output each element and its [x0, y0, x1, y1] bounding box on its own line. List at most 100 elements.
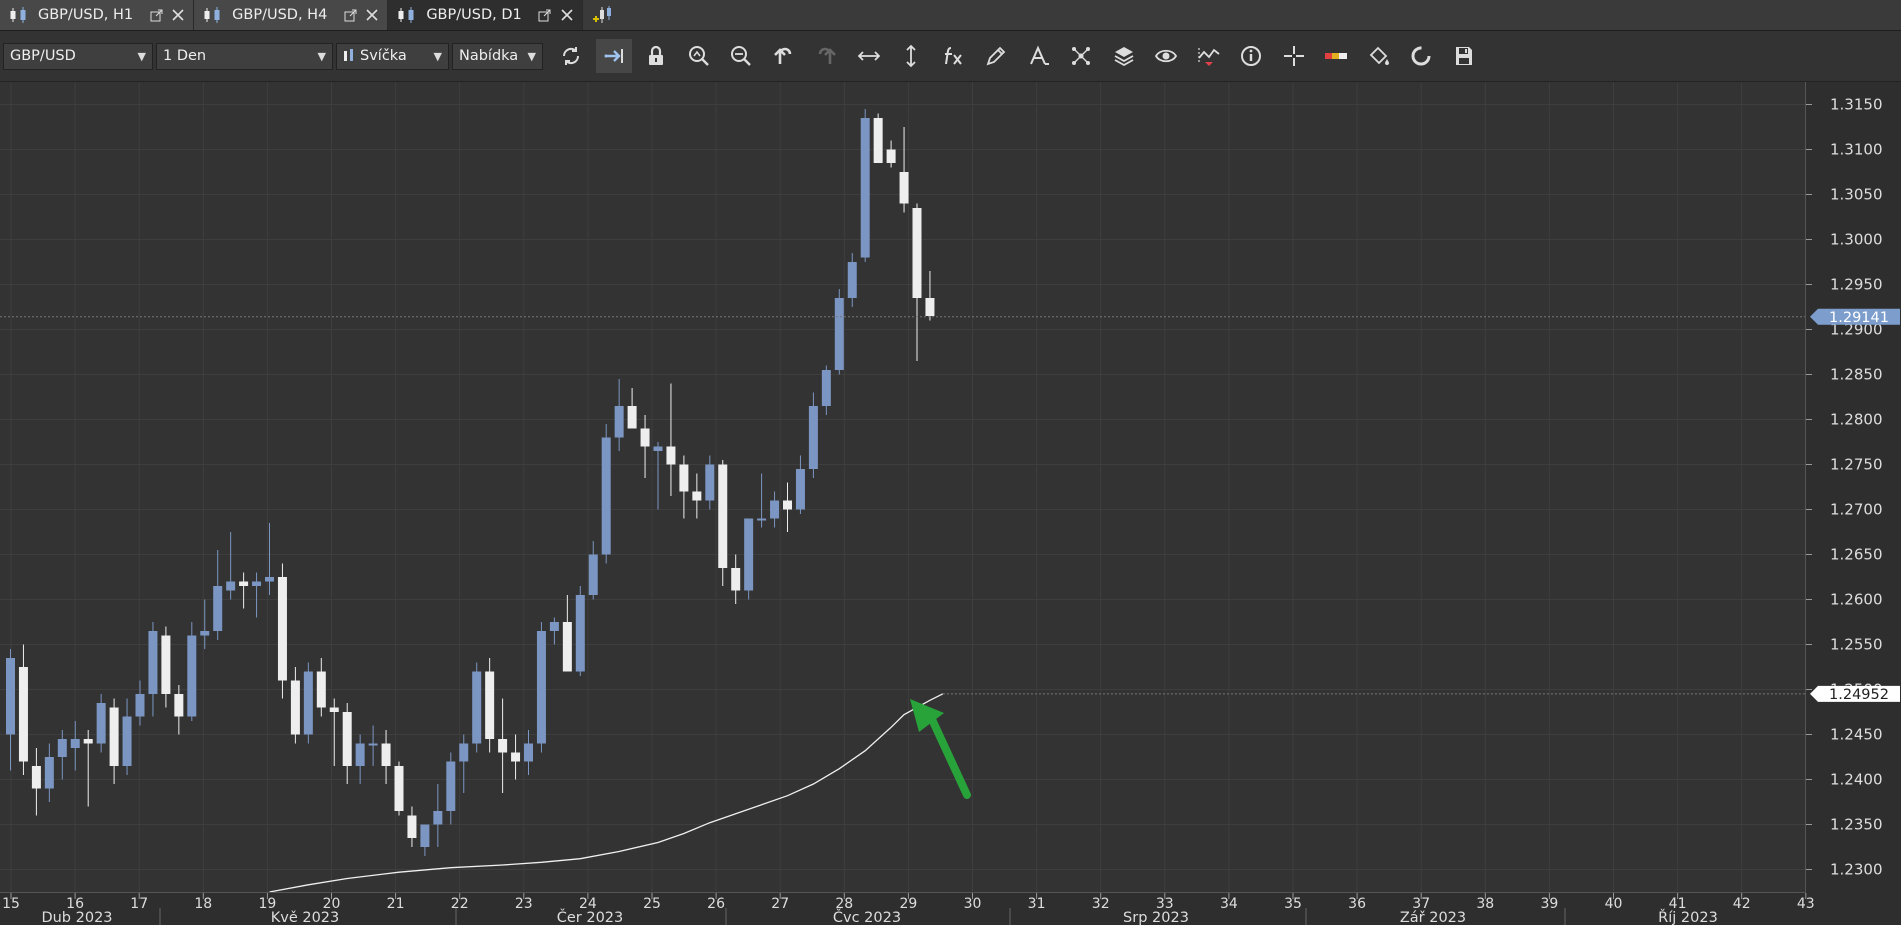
auto-scroll-button[interactable] — [595, 39, 632, 73]
save-button[interactable] — [1446, 39, 1482, 73]
candle-bull — [834, 298, 844, 370]
candle-bull — [653, 446, 663, 451]
draw-button[interactable] — [978, 39, 1014, 73]
undock-icon[interactable] — [538, 8, 552, 22]
indicators-button[interactable] — [936, 39, 972, 73]
week-tick-label: 25 — [643, 896, 661, 912]
undo-button[interactable] — [766, 39, 802, 73]
tab-label: GBP/USD, H4 — [232, 7, 328, 23]
week-tick-label: 42 — [1733, 896, 1751, 912]
save-icon — [1455, 47, 1472, 65]
candle-bull — [808, 406, 818, 469]
signals-button[interactable] — [1191, 39, 1227, 73]
week-tick-label: 39 — [1540, 896, 1558, 912]
week-tick-label: 32 — [1092, 896, 1110, 912]
price-tick-label: 1.3000 — [1830, 231, 1883, 249]
vertical-scale-button[interactable] — [893, 39, 929, 73]
week-tick-label: 26 — [707, 896, 725, 912]
candle-bear — [731, 568, 741, 591]
candle-bear — [329, 707, 339, 712]
candle-bull — [135, 694, 145, 717]
candle-bear — [277, 577, 287, 681]
tab-gbpusd-h1[interactable]: GBP/USD, H1 — [0, 0, 195, 30]
close-icon[interactable] — [560, 8, 574, 22]
candle-bull — [44, 757, 54, 789]
undock-icon[interactable] — [149, 8, 163, 22]
crosshair-button[interactable] — [1276, 39, 1312, 73]
candle-bear — [640, 428, 650, 447]
chevron-down-icon: ▼ — [317, 49, 326, 63]
indicators-fx-icon — [944, 47, 962, 65]
current-price-label: 1.29141 — [1829, 310, 1889, 326]
reload-button[interactable] — [1403, 39, 1439, 73]
candle-bull — [265, 577, 274, 582]
candle-bear — [899, 172, 909, 204]
month-label: Čer 2023 — [557, 908, 624, 925]
chevron-down-icon: ▼ — [137, 49, 146, 63]
info-icon — [1241, 46, 1261, 66]
candle-bear — [161, 635, 171, 694]
candle-bull — [187, 635, 197, 717]
candle-bull — [744, 518, 754, 591]
candle-bear — [174, 694, 184, 717]
info-button[interactable] — [1233, 39, 1269, 73]
period-select[interactable]: 1 Den ▼ — [156, 42, 333, 70]
candle-bear — [342, 712, 352, 766]
horizontal-scale-button[interactable] — [851, 39, 887, 73]
zoom-out-button[interactable] — [723, 39, 759, 73]
candle-bear — [562, 622, 572, 672]
candle-bull — [549, 622, 559, 631]
candle-bull — [355, 743, 365, 766]
lock-button[interactable] — [638, 39, 674, 73]
visibility-button[interactable] — [1148, 39, 1184, 73]
candle-bull — [770, 500, 780, 519]
redo-icon — [818, 47, 836, 64]
candle-bull — [70, 739, 80, 748]
week-tick-label: 17 — [130, 896, 148, 912]
week-tick-label: 27 — [771, 896, 789, 912]
candlestick-icon — [344, 49, 353, 61]
price-chart[interactable]: 1.23001.23501.24001.24501.25001.25501.26… — [0, 82, 1901, 925]
pencil-icon — [986, 46, 1006, 66]
candlestick-icon — [10, 7, 26, 23]
month-label: Kvě 2023 — [271, 910, 340, 925]
month-label: Říj 2023 — [1658, 909, 1718, 925]
objects-button[interactable] — [1063, 39, 1099, 73]
refresh-button[interactable] — [553, 39, 589, 73]
symbol-select[interactable]: GBP/USD ▼ — [3, 42, 153, 70]
refresh-icon — [562, 47, 580, 65]
tab-gbpusd-h4[interactable]: GBP/USD, H4 — [194, 0, 389, 30]
horizontal-scale-icon — [857, 51, 880, 61]
undo-icon — [773, 47, 791, 64]
zoom-in-button[interactable] — [681, 39, 717, 73]
price-tick-label: 1.3100 — [1830, 141, 1883, 159]
candle-bear — [381, 743, 391, 766]
price-tick-label: 1.2700 — [1830, 501, 1883, 519]
price-tick-label: 1.3150 — [1830, 96, 1883, 114]
undock-icon[interactable] — [343, 8, 357, 22]
candle-bull — [200, 631, 210, 636]
candle-bear — [239, 581, 249, 586]
tab-gbpusd-d1[interactable]: GBP/USD, D1 — [388, 0, 583, 30]
week-tick-label: 22 — [451, 896, 469, 912]
color-bar-button[interactable] — [1318, 39, 1354, 73]
candle-bear — [18, 667, 28, 762]
text-button[interactable] — [1021, 39, 1057, 73]
close-icon[interactable] — [365, 8, 379, 22]
zoom-out-icon — [731, 46, 751, 66]
candle-bull — [860, 118, 870, 258]
price-side-select[interactable]: Nabídka ▼ — [452, 42, 543, 70]
price-tick-label: 1.2750 — [1830, 456, 1883, 474]
close-icon[interactable] — [171, 8, 185, 22]
candle-bull — [433, 811, 443, 825]
candle-bull — [148, 631, 158, 694]
candle-bull — [303, 671, 313, 735]
layers-button[interactable] — [1106, 39, 1142, 73]
add-chart-button[interactable] — [583, 0, 623, 30]
price-tick-label: 1.2450 — [1830, 726, 1883, 744]
redo-button[interactable] — [808, 39, 844, 73]
chart-type-select[interactable]: Svíčka ▼ — [336, 42, 449, 70]
paint-button[interactable] — [1361, 39, 1397, 73]
week-tick-label: 21 — [387, 896, 405, 912]
tab-label: GBP/USD, D1 — [426, 7, 522, 23]
